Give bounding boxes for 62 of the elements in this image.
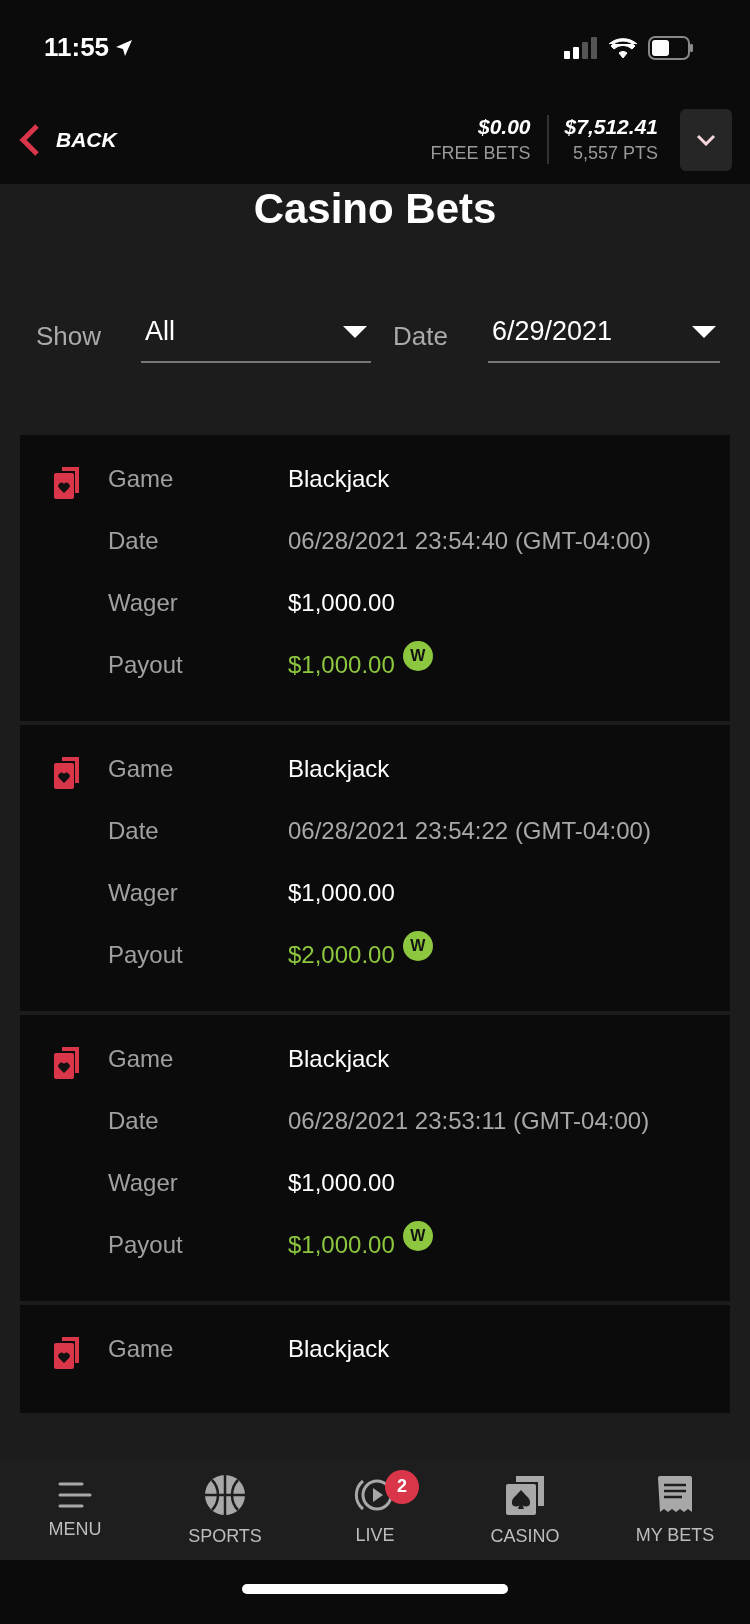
field-value: $1,000.00 [288,651,395,679]
wifi-icon [608,36,638,59]
field-value: $1,000.00 [288,1231,395,1259]
field-label: Payout [108,941,184,969]
account-dropdown-button[interactable] [680,108,732,171]
battery-icon [648,35,694,60]
field-value: 06/28/2021 23:54:40 (GMT-04:00) [288,527,651,555]
tab-bar-item[interactable]: MY BETS [605,1473,745,1547]
filter-dropdown[interactable]: 6/29/2021 [487,310,720,363]
win-badge: W [402,1221,433,1251]
field-label: Game [108,465,175,493]
receipt-icon [657,1474,693,1515]
cards-icon [52,755,82,791]
points-label: 5,557 PTS [572,143,658,164]
cards-icon [52,1335,82,1371]
field-label: Date [108,817,160,845]
basketball-icon [204,1473,246,1516]
field-label: Payout [108,651,184,679]
field-value: Blackjack [288,465,390,493]
dropdown-caret-icon [691,325,716,338]
field-value: 06/28/2021 23:53:11 (GMT-04:00) [288,1107,650,1135]
field-value: 06/28/2021 23:54:22 (GMT-04:00) [288,817,651,845]
free-bets-amount: $0.00 [478,115,531,139]
tab-bar-item[interactable]: CASINO [455,1472,595,1548]
field-value: Blackjack [288,1335,390,1363]
field-value: Blackjack [288,1045,390,1073]
field-label: Wager [108,1169,179,1197]
filter-dropdown[interactable]: All [141,310,372,363]
cards-icon [52,465,82,501]
win-badge: W [402,641,433,671]
field-label: Wager [108,589,179,617]
chevron-down-icon [696,133,716,146]
page-title: Casino Bets [252,184,498,230]
field-value: $2,000.00 [288,941,395,969]
field-label: Date [108,527,160,555]
field-label: Wager [108,879,179,907]
live-count-badge: 2 [385,1469,419,1504]
balance-amount: $7,512.41 [564,115,658,139]
cards-icon [52,1045,82,1081]
clock: 11:55 [44,32,134,63]
menu-icon [58,1480,92,1509]
free-bets-label: FREE BETS [430,143,531,164]
field-value: $1,000.00 [288,1169,395,1197]
back-link[interactable]: BACK [18,122,117,157]
signal-icon [564,36,598,59]
field-label: Date [108,1107,160,1135]
filter-label: Show [36,321,102,352]
location-arrow-icon [115,38,134,57]
spade-cards-icon [504,1473,546,1516]
dropdown-caret-icon [343,325,368,338]
chevron-left-icon [18,122,40,157]
filter-label: Date [393,321,448,352]
win-badge: W [402,931,433,961]
field-value: Blackjack [288,755,390,783]
field-label: Payout [108,1231,184,1259]
field-label: Game [108,1045,175,1073]
field-value: $1,000.00 [288,879,395,907]
field-value: $1,000.00 [288,589,395,617]
field-label: Game [108,755,175,783]
tab-bar-item[interactable]: SPORTS [155,1472,295,1548]
tab-bar-item[interactable]: MENU [5,1479,145,1541]
field-label: Game [108,1335,175,1364]
